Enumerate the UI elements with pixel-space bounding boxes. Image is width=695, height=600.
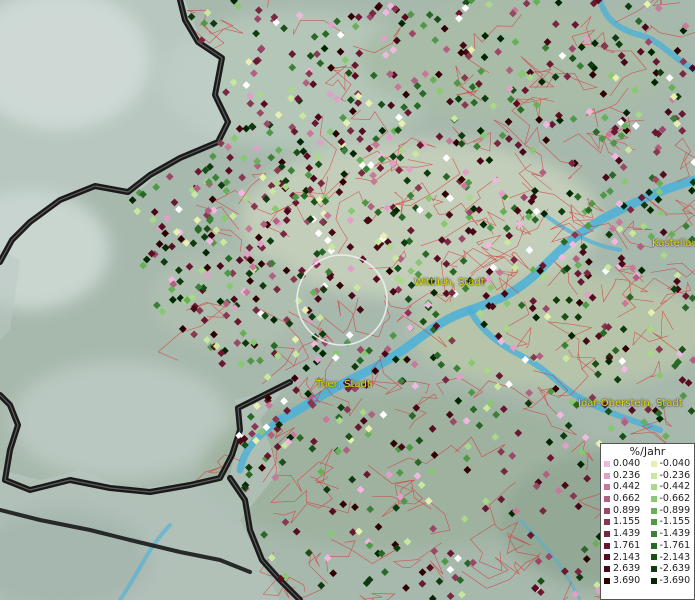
legend-swatch <box>650 577 657 584</box>
legend-label: 1.439 <box>613 528 641 540</box>
legend-entry: 0.040 <box>601 458 648 470</box>
legend-entry: -2.639 <box>648 563 695 575</box>
legend-entry: 1.439 <box>601 528 648 540</box>
legend-swatch <box>604 460 610 467</box>
legend-label: -0.236 <box>659 469 691 481</box>
legend-swatch <box>650 484 657 491</box>
legend-swatch <box>604 530 610 537</box>
map-legend: %/Jahr 0.040 0.236 0.442 0.662 0.899 1.1… <box>600 443 695 600</box>
legend-label: 1.155 <box>613 516 641 528</box>
legend-entry: -1.761 <box>648 540 695 552</box>
legend-label: -1.155 <box>659 516 691 528</box>
legend-label: -1.761 <box>659 539 691 551</box>
legend-swatch <box>650 507 657 514</box>
legend-entry: 1.761 <box>601 540 648 552</box>
legend-label: -0.040 <box>659 458 691 469</box>
legend-swatch <box>650 472 657 479</box>
legend-entry: -0.040 <box>648 458 695 470</box>
legend-label: -2.639 <box>659 563 691 575</box>
legend-entry: -0.899 <box>648 505 695 517</box>
legend-entry: 2.639 <box>601 563 648 575</box>
city-label-wittlich: Wittlich, Stadt <box>414 277 485 288</box>
legend-label: -0.442 <box>659 481 691 493</box>
legend-entry: -3.690 <box>648 575 695 587</box>
legend-entry: 3.690 <box>601 575 648 587</box>
legend-positive-column: 0.040 0.236 0.442 0.662 0.899 1.155 1.43… <box>601 458 648 587</box>
legend-negative-column: -0.040 -0.236 -0.442 -0.662 -0.899 -1.15… <box>648 458 695 587</box>
legend-title: %/Jahr <box>629 445 666 458</box>
legend-swatch <box>650 495 657 502</box>
legend-swatch <box>650 530 657 537</box>
legend-entry: 0.442 <box>601 481 648 493</box>
legend-entry: -1.439 <box>648 528 695 540</box>
legend-label: -0.662 <box>659 493 691 505</box>
city-label-trier: Trier, Stadt <box>316 379 371 390</box>
legend-swatch <box>650 554 657 561</box>
legend-swatch <box>604 472 610 479</box>
legend-label: 2.143 <box>613 551 641 563</box>
legend-label: -0.899 <box>659 504 691 516</box>
legend-entry: -0.662 <box>648 493 695 505</box>
legend-label: 0.899 <box>613 504 641 516</box>
legend-label: 3.690 <box>613 574 641 586</box>
legend-swatch <box>604 484 610 491</box>
legend-label: 1.761 <box>613 539 641 551</box>
legend-entry: -0.236 <box>648 470 695 482</box>
legend-entry: -2.143 <box>648 552 695 564</box>
legend-label: 0.040 <box>613 458 641 469</box>
legend-swatch <box>604 507 610 514</box>
legend-swatch <box>604 495 610 502</box>
legend-swatch <box>604 566 610 573</box>
legend-entry: 2.143 <box>601 552 648 564</box>
legend-label: 0.236 <box>613 469 641 481</box>
legend-swatch <box>650 460 657 467</box>
map-canvas[interactable] <box>0 0 695 600</box>
legend-swatch <box>604 542 610 549</box>
legend-entry: -1.155 <box>648 516 695 528</box>
legend-swatch <box>604 519 610 526</box>
legend-label: 0.442 <box>613 481 641 493</box>
map-view[interactable]: Wittlich, Stadt Trier, Stadt Idar-Oberst… <box>0 0 695 600</box>
legend-label: 0.662 <box>613 493 641 505</box>
city-label-kastellaun: Kastellaun <box>652 238 695 249</box>
legend-swatch <box>650 542 657 549</box>
legend-entry: 0.899 <box>601 505 648 517</box>
legend-swatch <box>604 554 610 561</box>
legend-entry: 0.662 <box>601 493 648 505</box>
legend-label: -1.439 <box>659 528 691 540</box>
legend-label: -3.690 <box>659 574 691 586</box>
legend-entry: 1.155 <box>601 516 648 528</box>
legend-entry: -0.442 <box>648 481 695 493</box>
legend-swatch <box>650 519 657 526</box>
city-label-idar-oberstein: Idar-Oberstein, Stadt <box>578 398 683 409</box>
legend-swatch <box>604 577 610 584</box>
legend-label: 2.639 <box>613 563 641 575</box>
legend-label: -2.143 <box>659 551 691 563</box>
legend-entry: 0.236 <box>601 470 648 482</box>
legend-swatch <box>650 566 657 573</box>
